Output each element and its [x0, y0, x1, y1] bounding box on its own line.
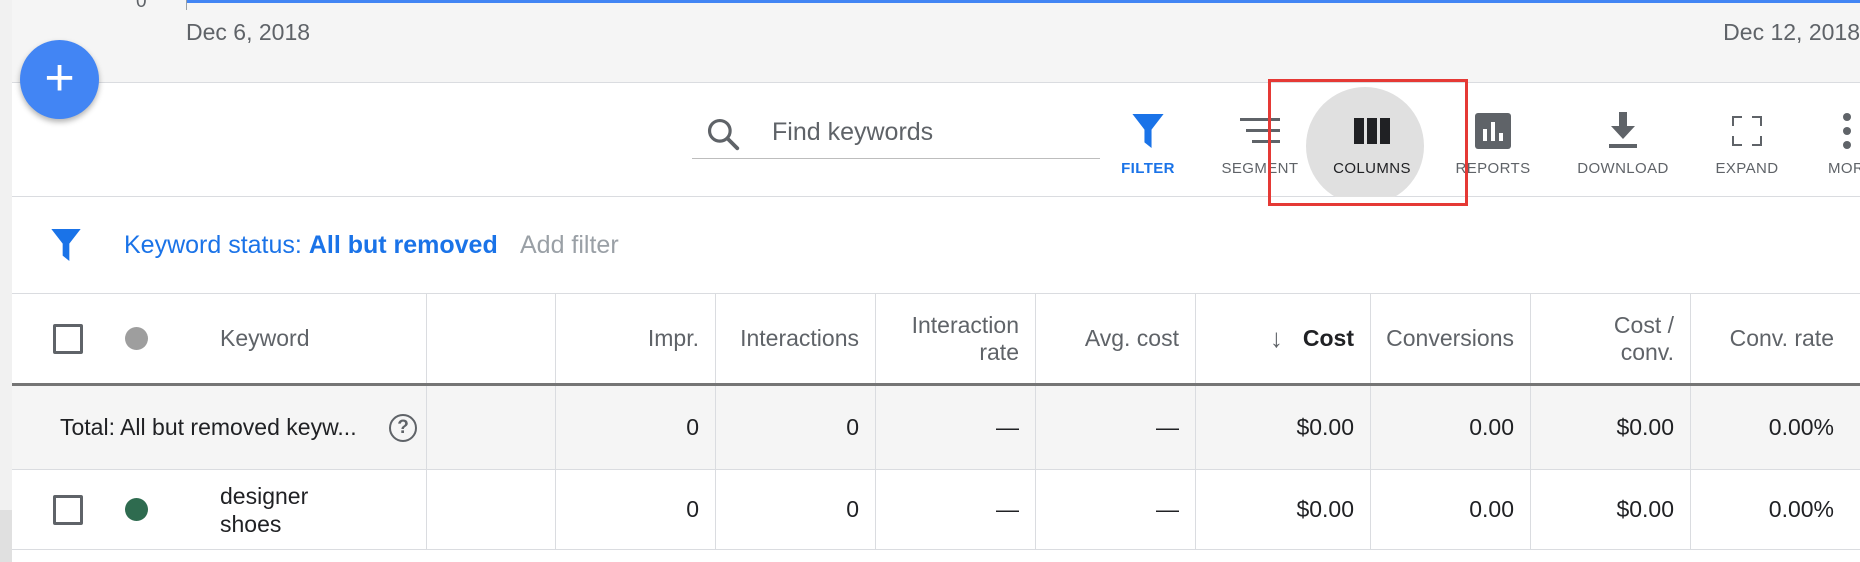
filter-button[interactable]: FILTER — [1093, 106, 1203, 186]
header-conversions-label: Conversions — [1386, 325, 1514, 351]
table-total-row: Total: All but removed keyw... ? 0 0 — —… — [12, 386, 1860, 470]
status-header-icon — [125, 327, 148, 350]
help-icon[interactable]: ? — [389, 413, 417, 442]
header-impr[interactable]: Impr. — [555, 294, 715, 383]
search-input[interactable] — [772, 113, 1092, 151]
search-box[interactable] — [692, 109, 1100, 159]
header-conv-rate[interactable]: Conv. rate — [1690, 294, 1850, 383]
columns-highlight-box — [1268, 79, 1468, 206]
left-strip-shade — [0, 510, 12, 562]
row-conversions: 0.00 — [1469, 496, 1514, 522]
total-interaction-rate: — — [996, 414, 1019, 440]
filter-icon — [1132, 114, 1164, 148]
total-conv-rate: 0.00% — [1768, 414, 1834, 440]
chart-axis-tick — [186, 0, 187, 10]
row-avg-cost: — — [1156, 496, 1179, 522]
more-label: MOR — [1828, 160, 1860, 177]
keyword-status-value: All but removed — [308, 231, 498, 259]
download-icon — [1609, 112, 1637, 148]
row-cost-conv: $0.00 — [1616, 496, 1674, 522]
expand-button[interactable]: EXPAND — [1692, 106, 1802, 186]
select-all-checkbox[interactable] — [53, 323, 83, 354]
status-enabled-icon — [125, 498, 148, 521]
total-interactions: 0 — [846, 414, 859, 440]
add-filter-link[interactable]: Add filter — [520, 231, 619, 260]
keyword-status-filter-chip[interactable]: Keyword status: All but removed — [124, 231, 498, 260]
filter-bar: Keyword status: All but removed Add filt… — [12, 197, 1860, 294]
more-button[interactable]: MOR — [1808, 106, 1860, 186]
total-impr: 0 — [686, 414, 699, 440]
expand-icon — [1732, 116, 1762, 146]
header-cost-conv[interactable]: Cost / conv. — [1530, 294, 1690, 383]
row-impr: 0 — [686, 496, 699, 522]
download-label: DOWNLOAD — [1577, 160, 1669, 177]
total-avg-cost: — — [1156, 414, 1179, 440]
chart-start-date: Dec 6, 2018 — [186, 19, 311, 45]
more-vert-icon — [1843, 113, 1851, 149]
header-cost-conv-label: Cost / conv. — [1613, 311, 1674, 365]
table-header-row: Keyword Impr. Interactions Interaction r… — [12, 294, 1860, 386]
reports-icon — [1475, 113, 1511, 149]
header-cost[interactable]: ↓ Cost — [1195, 294, 1370, 383]
row-conv-rate: 0.00% — [1768, 496, 1834, 522]
header-interaction-rate-label: Interaction rate — [911, 311, 1019, 365]
row-interaction-rate: — — [996, 496, 1019, 522]
total-label: Total: All but removed keyw... — [60, 414, 357, 440]
performance-chart: 0 Dec 6, 2018 Dec 12, 2018 — [12, 0, 1860, 83]
header-interactions[interactable]: Interactions — [715, 294, 875, 383]
keyword-status-label: Keyword status: — [124, 231, 309, 259]
total-conversions: 0.00 — [1469, 414, 1514, 440]
header-interaction-rate[interactable]: Interaction rate — [875, 294, 1035, 383]
header-avg-cost[interactable]: Avg. cost — [1035, 294, 1195, 383]
header-keyword[interactable]: Keyword — [220, 294, 309, 383]
row-keyword[interactable]: designer shoes — [220, 470, 370, 549]
search-icon — [707, 118, 740, 151]
download-button[interactable]: DOWNLOAD — [1568, 106, 1678, 186]
sort-down-arrow-icon: ↓ — [1269, 323, 1283, 353]
expand-label: EXPAND — [1715, 160, 1779, 177]
table-row[interactable]: designer shoes 0 0 — — $0.00 0.00 $0.00 … — [12, 470, 1860, 550]
chart-y-zero-label: 0 — [136, 0, 147, 12]
total-cost-conv: $0.00 — [1616, 414, 1674, 440]
left-strip — [0, 0, 12, 562]
total-cost: $0.00 — [1296, 414, 1354, 440]
header-cost-label: Cost — [1302, 325, 1354, 351]
filter-label: FILTER — [1121, 160, 1175, 177]
header-conversions[interactable]: Conversions — [1370, 294, 1530, 383]
plus-icon: + — [44, 48, 75, 107]
filter-icon[interactable] — [50, 227, 82, 263]
chart-end-date: Dec 12, 2018 — [1723, 19, 1860, 45]
chart-series-line — [186, 0, 1860, 3]
add-button[interactable]: + — [20, 40, 99, 119]
row-interactions: 0 — [846, 496, 859, 522]
row-checkbox[interactable] — [53, 494, 83, 525]
row-cost: $0.00 — [1296, 496, 1354, 522]
